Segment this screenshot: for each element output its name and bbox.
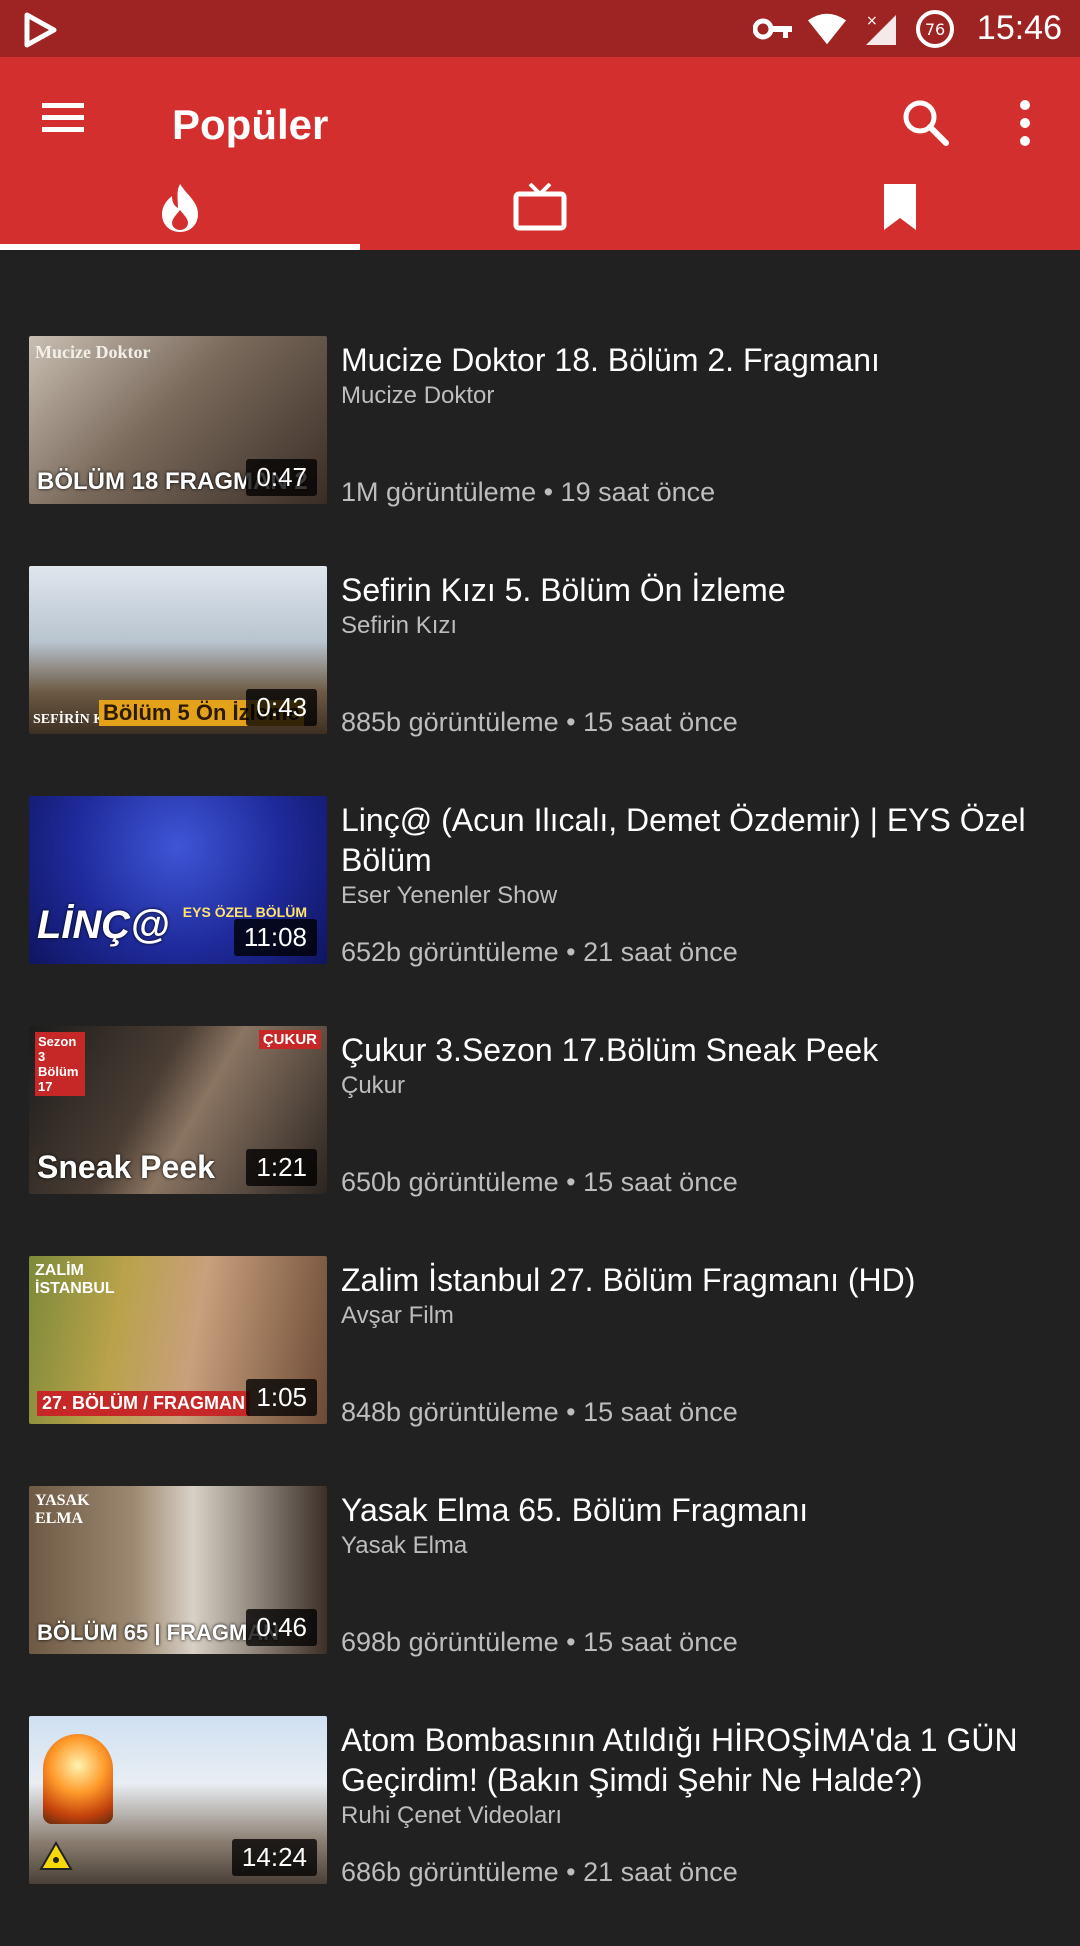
tv-icon <box>512 182 568 237</box>
video-duration: 1:21 <box>246 1149 317 1186</box>
video-title[interactable]: Zalim İstanbul 27. Bölüm Fragmanı (HD) <box>341 1260 1056 1300</box>
thumb-corner-text: Mucize Doktor <box>35 342 151 362</box>
hamburger-menu-icon <box>38 103 88 141</box>
video-stats: 698b görüntüleme • 15 saat önce <box>341 1627 738 1657</box>
play-store-icon <box>22 12 58 48</box>
video-thumbnail[interactable]: Sezon 3 Bölüm 17 ÇUKUR Sneak Peek 1:21 <box>29 1026 327 1194</box>
list-item[interactable]: SEFİRİN KIZI Bölüm 5 Ön İzleme 0:43 Sefi… <box>0 566 1080 796</box>
channel-name[interactable]: Çukur <box>341 1072 1056 1100</box>
video-title[interactable]: Sefirin Kızı 5. Bölüm Ön İzleme <box>341 570 1056 610</box>
video-duration: 0:46 <box>246 1609 317 1646</box>
search-icon <box>898 100 954 155</box>
battery-level: 76 <box>925 20 945 39</box>
channel-name[interactable]: Eser Yenenler Show <box>341 882 1056 910</box>
channel-name[interactable]: Sefirin Kızı <box>341 612 1056 640</box>
video-thumbnail[interactable]: SEFİRİN KIZI Bölüm 5 Ön İzleme 0:43 <box>29 566 327 734</box>
svg-text:×: × <box>866 13 878 29</box>
video-duration: 0:43 <box>246 689 317 726</box>
channel-name[interactable]: Ruhi Çenet Videoları <box>341 1802 1056 1830</box>
battery-icon: 76 <box>915 9 955 49</box>
search-button[interactable] <box>898 95 954 151</box>
thumb-corner-text: Sezon 3 Bölüm 17 <box>35 1032 85 1096</box>
thumb-overlay-text: LİNÇ@ <box>37 903 170 947</box>
thumb-overlay-text: BÖLÜM 65 | FRAGMAN <box>37 1620 280 1645</box>
video-title[interactable]: Yasak Elma 65. Bölüm Fragmanı <box>341 1490 1056 1530</box>
tab-indicator <box>0 244 360 250</box>
wifi-icon <box>807 9 847 49</box>
tab-trending[interactable] <box>0 182 360 250</box>
status-bar: × 76 15:46 <box>0 0 1080 57</box>
video-duration: 1:05 <box>246 1379 317 1416</box>
channel-name[interactable]: Avşar Film <box>341 1302 1056 1330</box>
channel-name[interactable]: Yasak Elma <box>341 1532 1056 1560</box>
video-thumbnail[interactable]: EYS ÖZEL BÖLÜM LİNÇ@ 11:08 <box>29 796 327 964</box>
bookmark-icon <box>880 182 920 237</box>
video-stats: 686b görüntüleme • 21 saat önce <box>341 1857 738 1887</box>
thumb-corner-text: ZALİM İSTANBUL <box>35 1262 115 1297</box>
signal-icon: × <box>861 9 901 49</box>
video-title[interactable]: Çukur 3.Sezon 17.Bölüm Sneak Peek <box>341 1030 1056 1070</box>
thumb-corner-text: EYS ÖZEL BÖLÜM <box>182 904 307 920</box>
page-title: Popüler <box>172 101 329 148</box>
thumb-brand-label: ÇUKUR <box>258 1030 321 1049</box>
video-thumbnail[interactable]: 14:24 <box>29 1716 327 1884</box>
video-thumbnail[interactable]: YASAK ELMA BÖLÜM 65 | FRAGMAN 0:46 <box>29 1486 327 1654</box>
list-item[interactable]: Sezon 3 Bölüm 17 ÇUKUR Sneak Peek 1:21 Ç… <box>0 1026 1080 1256</box>
video-title[interactable]: Linç@ (Acun Ilıcalı, Demet Özdemir) | EY… <box>341 800 1056 880</box>
video-title[interactable]: Atom Bombasının Atıldığı HİROŞİMA'da 1 G… <box>341 1720 1056 1800</box>
list-item[interactable]: ZALİM İSTANBUL 27. BÖLÜM / FRAGMAN 1:05 … <box>0 1256 1080 1486</box>
video-stats: 848b görüntüleme • 15 saat önce <box>341 1397 738 1427</box>
vpn-key-icon <box>752 9 793 49</box>
list-item[interactable]: 14:24 Atom Bombasının Atıldığı HİROŞİMA'… <box>0 1716 1080 1946</box>
video-thumbnail[interactable]: ZALİM İSTANBUL 27. BÖLÜM / FRAGMAN 1:05 <box>29 1256 327 1424</box>
tab-bar <box>0 182 1080 250</box>
menu-button[interactable] <box>38 97 96 147</box>
video-stats: 1M görüntüleme • 19 saat önce <box>341 477 716 507</box>
video-duration: 11:08 <box>233 919 317 956</box>
video-stats: 650b görüntüleme • 15 saat önce <box>341 1167 738 1197</box>
list-item[interactable]: EYS ÖZEL BÖLÜM LİNÇ@ 11:08 Linç@ (Acun I… <box>0 796 1080 1026</box>
video-duration: 14:24 <box>231 1839 317 1876</box>
tab-subscriptions[interactable] <box>360 182 720 250</box>
thumb-overlay-text: Sneak Peek <box>37 1149 215 1185</box>
radiation-icon <box>39 1840 73 1876</box>
thumb-corner-text: YASAK ELMA <box>35 1492 90 1527</box>
video-stats: 652b görüntüleme • 21 saat önce <box>341 937 738 967</box>
tab-saved[interactable] <box>720 182 1080 250</box>
fire-icon <box>158 182 202 239</box>
channel-name[interactable]: Mucize Doktor <box>341 382 1056 410</box>
list-item[interactable]: YASAK ELMA BÖLÜM 65 | FRAGMAN 0:46 Yasak… <box>0 1486 1080 1716</box>
video-duration: 0:47 <box>246 459 317 496</box>
video-title[interactable]: Mucize Doktor 18. Bölüm 2. Fragmanı <box>341 340 1056 380</box>
video-thumbnail[interactable]: Mucize Doktor BÖLÜM 18 FRAGMAN 2 0:47 <box>29 336 327 504</box>
thumb-explosion-graphic <box>43 1734 113 1824</box>
status-time: 15:46 <box>976 9 1062 47</box>
video-stats: 885b görüntüleme • 15 saat önce <box>341 707 738 737</box>
app-bar: Popüler <box>0 57 1080 250</box>
list-item[interactable]: Mucize Doktor BÖLÜM 18 FRAGMAN 2 0:47 Mu… <box>0 336 1080 566</box>
more-options-button[interactable] <box>1005 95 1045 151</box>
thumb-overlay-text: 27. BÖLÜM / FRAGMAN <box>37 1391 251 1416</box>
more-vert-icon <box>1005 100 1045 155</box>
